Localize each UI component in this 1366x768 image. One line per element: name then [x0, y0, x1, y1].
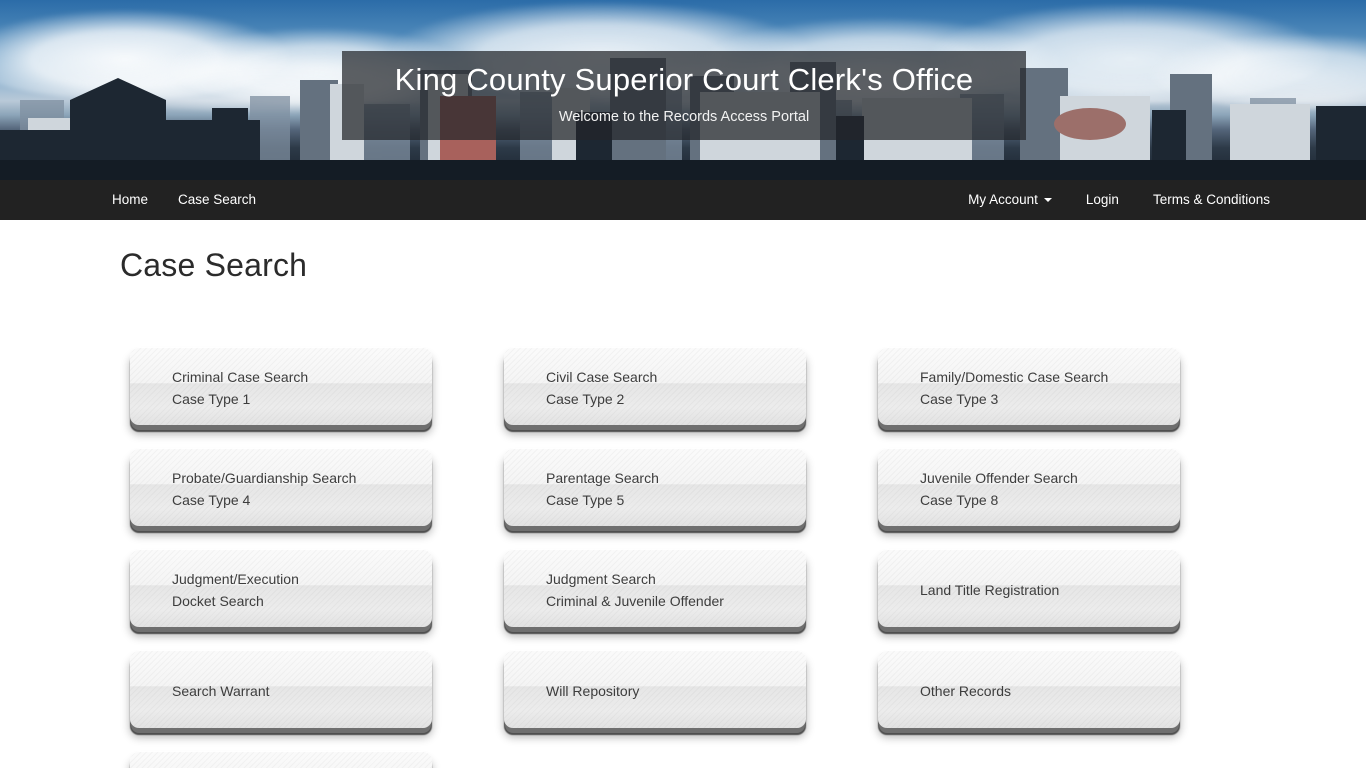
- tile-probate-guardianship-search[interactable]: Probate/Guardianship Search Case Type 4: [130, 448, 432, 526]
- nav-item-case-search[interactable]: Case Search: [178, 180, 256, 220]
- tile-line-1: Parentage Search: [546, 470, 659, 486]
- tile-line-2: Case Type 8: [920, 492, 999, 508]
- site-subtitle: Welcome to the Records Access Portal: [558, 109, 810, 125]
- nav-item-my-account[interactable]: My Account: [968, 180, 1052, 220]
- tile-land-title-registration[interactable]: Land Title Registration: [878, 549, 1180, 627]
- tile-line-1: Other Records: [920, 683, 1012, 699]
- tile-judgment-execution-docket-search[interactable]: Judgment/Execution Docket Search: [130, 549, 432, 627]
- banner-title-overlay: King County Superior Court Clerk's Offic…: [342, 51, 1026, 140]
- tile-line-2: Criminal & Juvenile Offender: [546, 593, 724, 609]
- nav-item-home[interactable]: Home: [112, 180, 148, 220]
- tile-will-repository[interactable]: Will Repository: [504, 650, 806, 728]
- nav-right-group: My Account Login Terms & Conditions: [968, 180, 1270, 220]
- tile-line-2: Case Type 2: [546, 391, 625, 407]
- tile-line-2: Docket Search: [172, 593, 264, 609]
- tile-civil-case-search[interactable]: Civil Case Search Case Type 2: [504, 347, 806, 425]
- site-banner: King County Superior Court Clerk's Offic…: [0, 0, 1366, 180]
- case-search-tile-grid: Criminal Case Search Case Type 1 Civil C…: [130, 347, 1236, 768]
- tile-line-1: Probate/Guardianship Search: [172, 470, 357, 486]
- tile-parentage-search[interactable]: Parentage Search Case Type 5: [504, 448, 806, 526]
- tile-criminal-case-search[interactable]: Criminal Case Search Case Type 1: [130, 347, 432, 425]
- tile-line-1: Search Warrant: [172, 683, 270, 699]
- tile-line-2: Case Type 3: [920, 391, 999, 407]
- main-navigation-bar: Home Case Search My Account Login Terms …: [0, 180, 1366, 220]
- site-title: King County Superior Court Clerk's Offic…: [394, 62, 974, 97]
- nav-left-group: Home Case Search: [112, 180, 286, 220]
- tile-family-domestic-case-search[interactable]: Family/Domestic Case Search Case Type 3: [878, 347, 1180, 425]
- tile-search-warrant[interactable]: Search Warrant: [130, 650, 432, 728]
- nav-item-my-account-label: My Account: [968, 192, 1038, 207]
- tile-line-1: Juvenile Offender Search: [920, 470, 1078, 486]
- tile-line-1: Land Title Registration: [920, 582, 1060, 598]
- page-title: Case Search: [120, 247, 308, 283]
- tile-line-1: Family/Domestic Case Search: [920, 369, 1109, 385]
- tile-line-1: Judgment Search: [546, 571, 656, 587]
- tile-line-1: Judgment/Execution: [172, 571, 299, 587]
- tile-juvenile-offender-search[interactable]: Juvenile Offender Search Case Type 8: [878, 448, 1180, 526]
- tile-other-records[interactable]: Other Records: [878, 650, 1180, 728]
- tile-line-1: Civil Case Search: [546, 369, 658, 385]
- nav-item-login[interactable]: Login: [1086, 180, 1119, 220]
- nav-item-terms-conditions[interactable]: Terms & Conditions: [1153, 180, 1270, 220]
- chevron-down-icon: [1043, 198, 1052, 203]
- tile-line-2: Case Type 1: [172, 391, 251, 407]
- tile-sealed-confidential-cases[interactable]: Sealed/Confidential Cases. Case Types 5,…: [130, 751, 432, 768]
- tile-line-1: Criminal Case Search: [172, 369, 309, 385]
- tile-line-1: Will Repository: [546, 683, 640, 699]
- tile-line-2: Case Type 4: [172, 492, 251, 508]
- tile-line-2: Case Type 5: [546, 492, 625, 508]
- tile-judgment-search[interactable]: Judgment Search Criminal & Juvenile Offe…: [504, 549, 806, 627]
